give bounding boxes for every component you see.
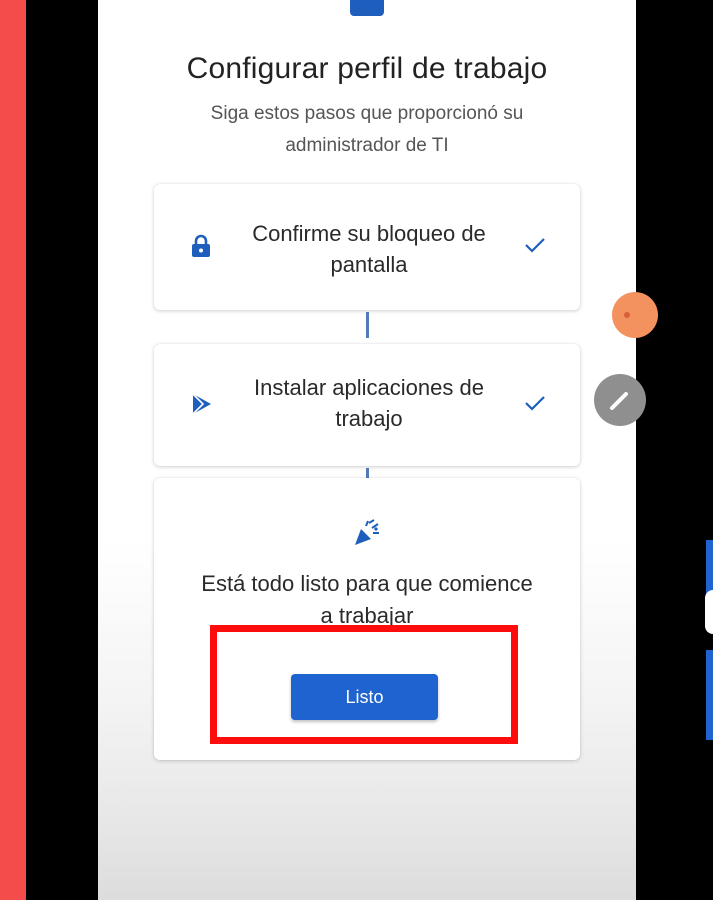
lock-icon — [190, 234, 212, 263]
check-icon — [524, 236, 546, 259]
side-decoration — [706, 650, 713, 740]
page-title: Configurar perfil de trabajo — [186, 52, 548, 85]
step-connector — [366, 312, 369, 338]
step-label-screen-lock: Confirme su bloqueo de pantalla — [252, 221, 486, 277]
step-card-screen-lock: Confirme su bloqueo de pantalla — [154, 184, 580, 310]
floating-bubble-icon[interactable] — [612, 292, 658, 338]
completion-message: Está todo listo para que comience a trab… — [201, 571, 533, 628]
party-popper-icon — [352, 518, 382, 553]
step-card-install-apps: Instalar aplicaciones de trabajo — [154, 344, 580, 466]
step-label-install-apps: Instalar aplicaciones de trabajo — [254, 375, 484, 431]
edit-pencil-button[interactable] — [594, 374, 646, 426]
side-decoration — [705, 590, 713, 634]
play-store-icon — [190, 392, 214, 421]
check-icon — [524, 394, 546, 417]
highlight-annotation-box — [210, 625, 518, 744]
pencil-icon — [610, 392, 628, 410]
page-subtitle: Siga estos pasos que proporcionó su admi… — [210, 103, 524, 156]
phone-screen: Configurar perfil de trabajo Siga estos … — [98, 0, 636, 900]
profile-badge-icon — [350, 0, 384, 16]
